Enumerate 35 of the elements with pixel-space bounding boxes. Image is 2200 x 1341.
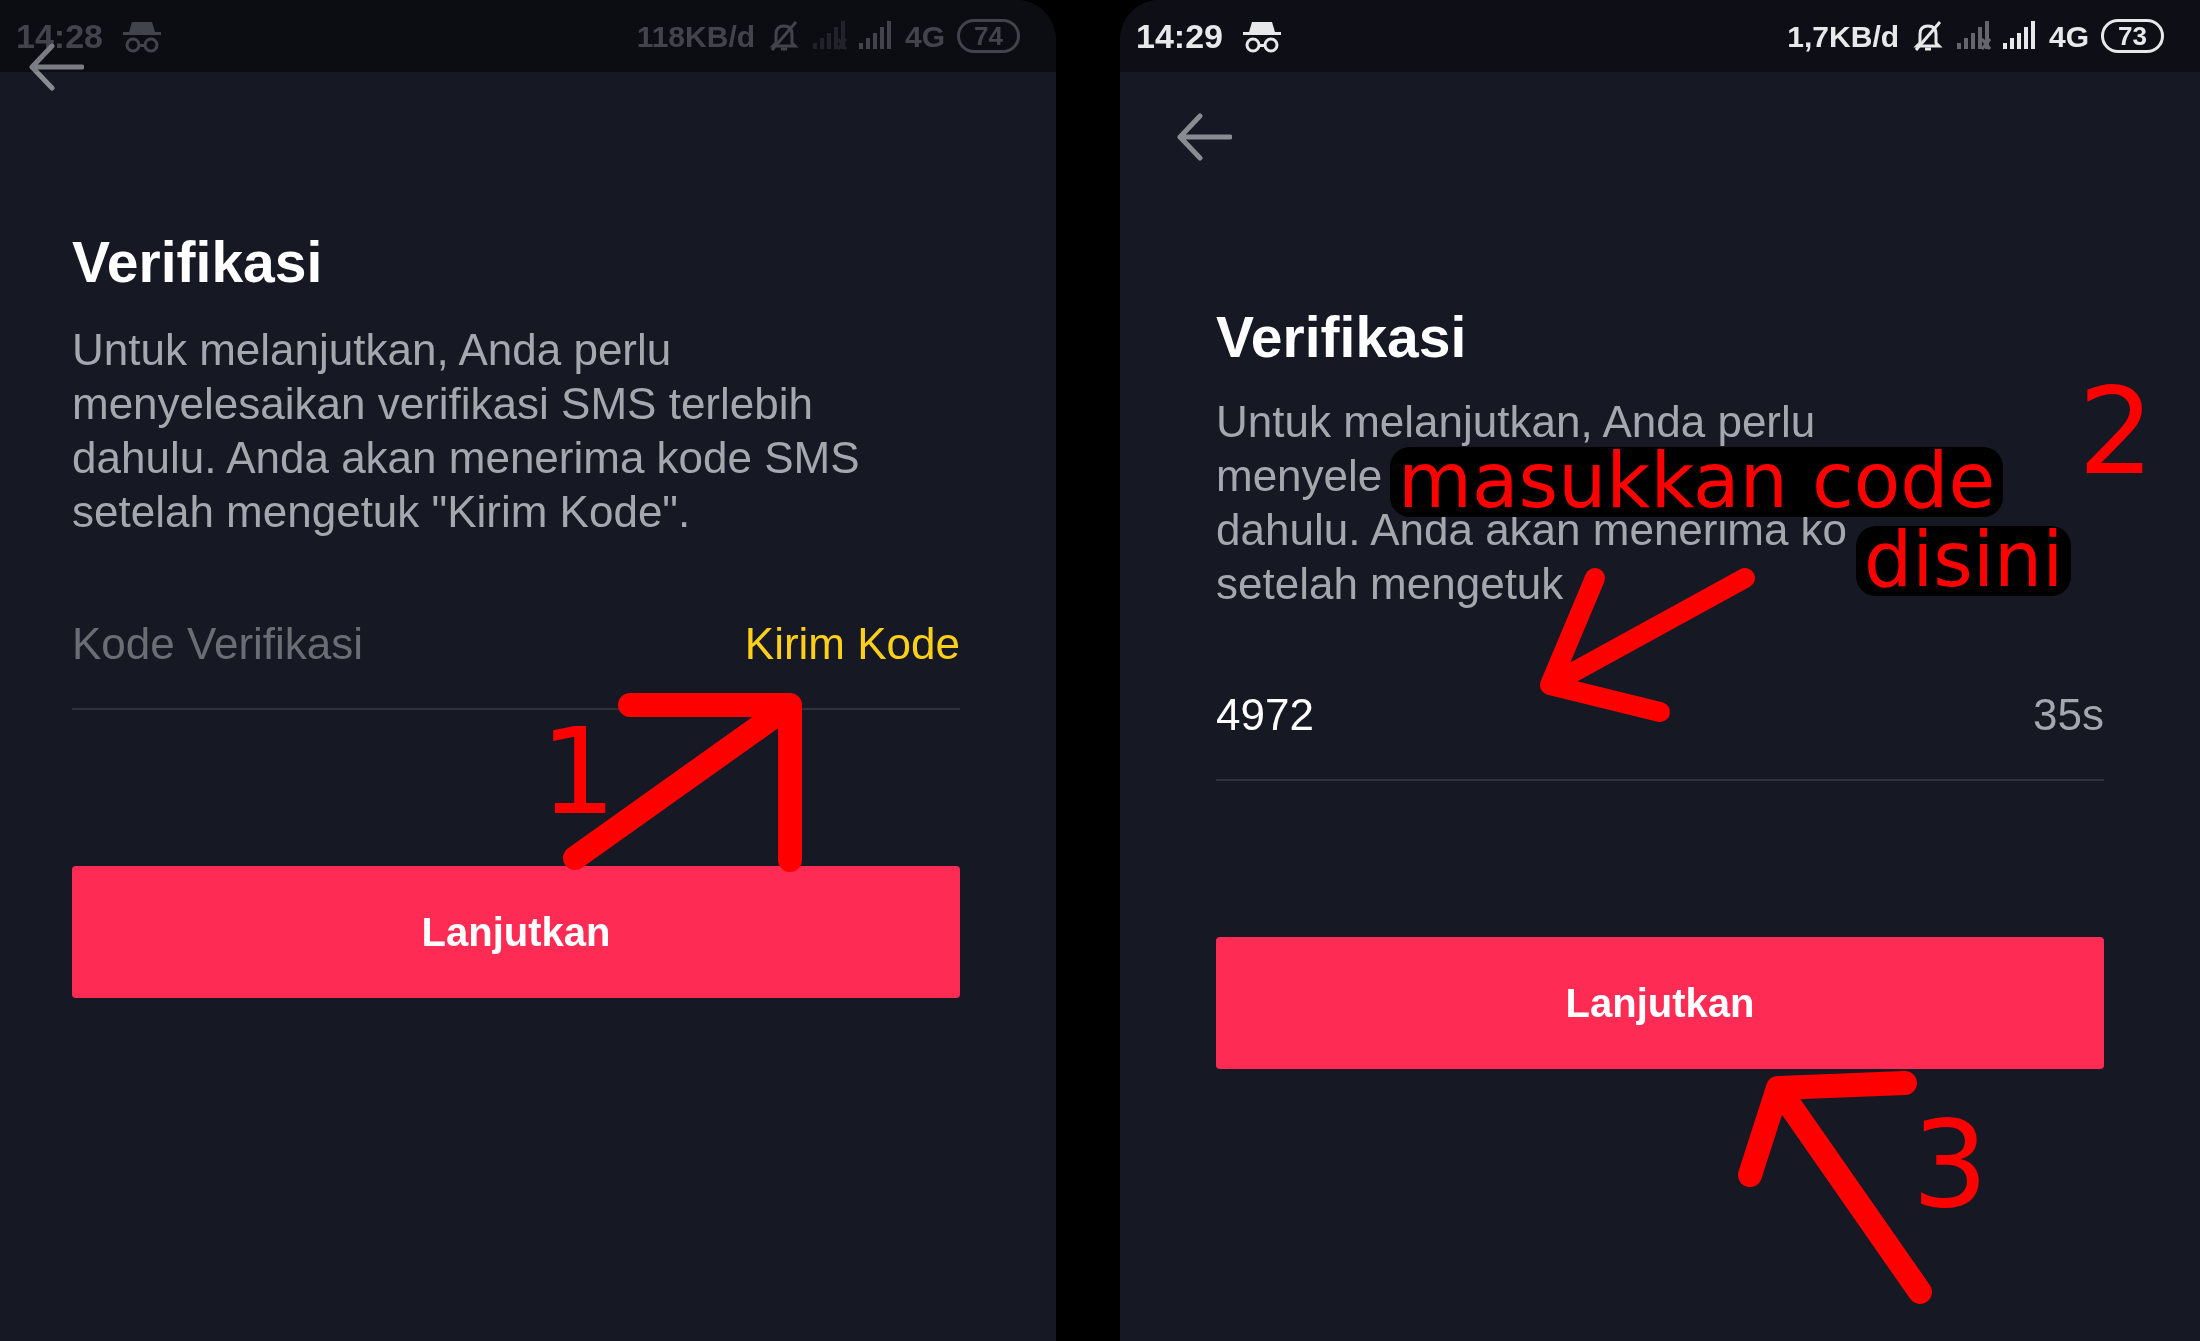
- description-text: setelah mengetuk: [1216, 558, 1564, 610]
- screen-title: Verifikasi: [72, 232, 324, 292]
- countdown-timer: 35s: [2033, 689, 2104, 741]
- screen-title: Verifikasi: [1216, 307, 1468, 367]
- signal-icon: [1957, 21, 1992, 51]
- incognito-icon: [122, 19, 161, 53]
- network-type: 4G: [905, 18, 946, 55]
- network-type: 4G: [2049, 18, 2090, 55]
- signal-icon: [859, 21, 894, 51]
- annotation-label: disini: [1856, 526, 2072, 596]
- code-input-field[interactable]: Kode Verifikasi: [72, 611, 364, 677]
- description-text: menyelesaikan verifikasi SMS terlebih: [72, 378, 813, 430]
- description-text: menyele: [1216, 450, 1383, 502]
- network-speed: 118KB/d: [636, 18, 756, 55]
- muted-bell-icon: [767, 19, 802, 53]
- incognito-icon: [1242, 19, 1281, 53]
- back-arrow-icon[interactable]: [1176, 112, 1232, 162]
- description-text: Untuk melanjutkan, Anda perlu: [1216, 396, 1816, 448]
- step-number: 1: [540, 712, 617, 832]
- send-code-link[interactable]: Kirim Kode: [744, 611, 960, 677]
- step-number: 2: [2078, 372, 2155, 492]
- signal-icon: [2003, 21, 2038, 51]
- clock-time: 14:29: [1136, 15, 1223, 57]
- muted-bell-icon: [1911, 19, 1946, 53]
- clock-time: 14:28: [16, 15, 103, 57]
- network-speed: 1,7KB/d: [1787, 18, 1900, 55]
- battery-level: 73: [2101, 19, 2164, 53]
- battery-level: 74: [957, 19, 1020, 53]
- description-text: setelah mengetuk "Kirim Kode".: [72, 486, 691, 538]
- step-number: 3: [1912, 1105, 1989, 1225]
- code-input-field[interactable]: 4972: [1216, 682, 1314, 748]
- continue-button[interactable]: Lanjutkan: [72, 866, 960, 998]
- description-text: Untuk melanjutkan, Anda perlu: [72, 324, 672, 376]
- continue-button[interactable]: Lanjutkan: [1216, 937, 2104, 1069]
- description-text: dahulu. Anda akan menerima kode SMS: [72, 432, 860, 484]
